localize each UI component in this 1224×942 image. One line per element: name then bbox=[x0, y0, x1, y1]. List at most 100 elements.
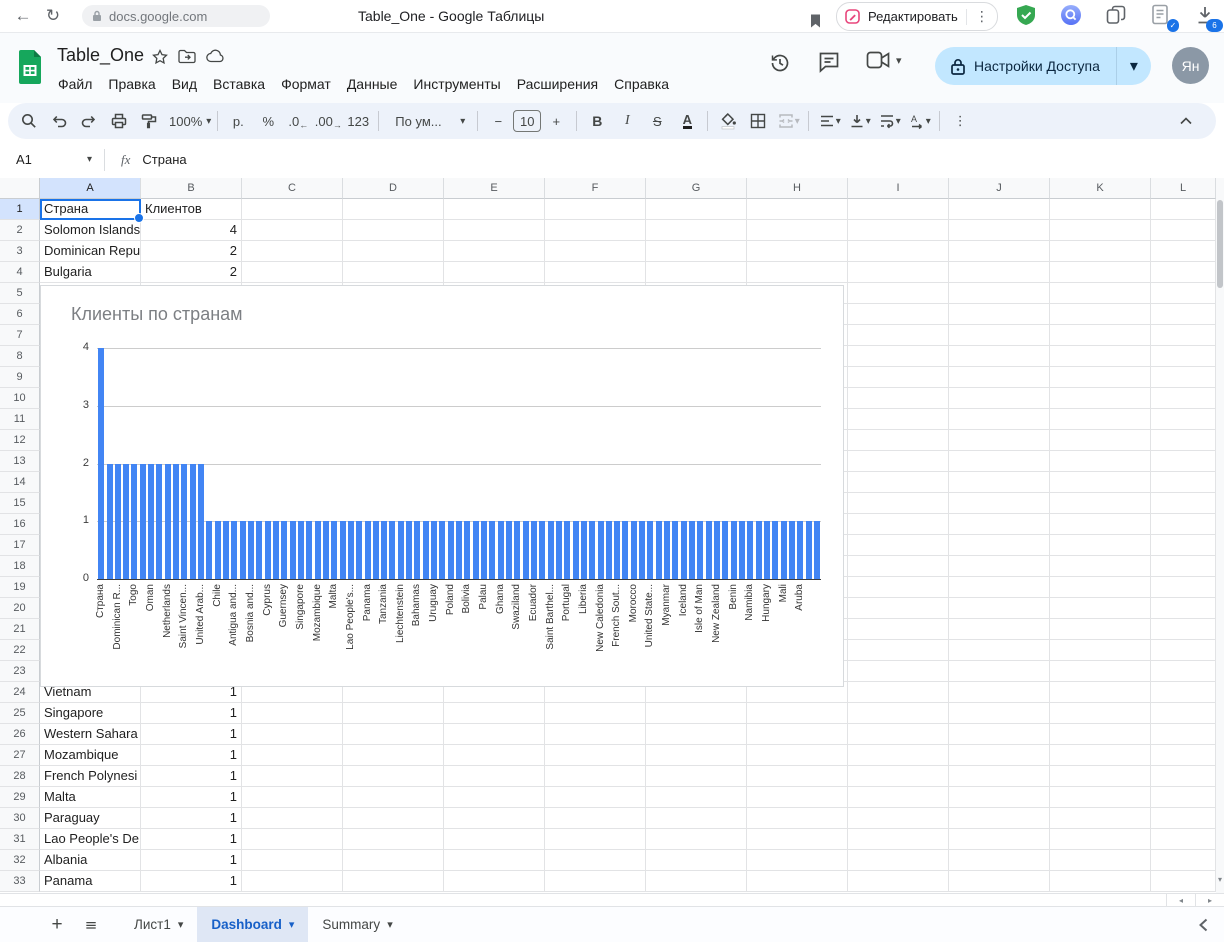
horizontal-scrollbar[interactable]: ◂ ▸ bbox=[0, 893, 1224, 907]
cell[interactable] bbox=[1151, 325, 1216, 346]
cell[interactable] bbox=[747, 220, 848, 241]
cell[interactable] bbox=[1050, 808, 1151, 829]
cell[interactable] bbox=[848, 661, 949, 682]
cell[interactable] bbox=[949, 325, 1050, 346]
cell[interactable] bbox=[343, 871, 444, 892]
cell[interactable] bbox=[949, 598, 1050, 619]
font-size-input[interactable]: 10 bbox=[513, 110, 541, 132]
cell[interactable] bbox=[1050, 430, 1151, 451]
column-header[interactable]: I bbox=[848, 178, 949, 199]
cell[interactable] bbox=[848, 787, 949, 808]
cell[interactable] bbox=[848, 535, 949, 556]
cell[interactable] bbox=[545, 850, 646, 871]
merge-cells-button[interactable] bbox=[774, 107, 802, 135]
cell[interactable]: 2 bbox=[141, 241, 242, 262]
cell[interactable] bbox=[949, 808, 1050, 829]
cell[interactable] bbox=[242, 262, 343, 283]
cell[interactable] bbox=[848, 262, 949, 283]
cell[interactable] bbox=[646, 787, 747, 808]
cell[interactable] bbox=[949, 871, 1050, 892]
cell[interactable] bbox=[1050, 556, 1151, 577]
cell[interactable]: French Polynesi bbox=[40, 766, 141, 787]
cell[interactable]: Paraguay bbox=[40, 808, 141, 829]
cell[interactable] bbox=[1151, 871, 1216, 892]
chevron-down-icon[interactable] bbox=[87, 154, 92, 165]
cell[interactable] bbox=[949, 724, 1050, 745]
cell[interactable] bbox=[545, 703, 646, 724]
cell[interactable] bbox=[1151, 220, 1216, 241]
cell[interactable] bbox=[848, 577, 949, 598]
cell[interactable] bbox=[747, 808, 848, 829]
all-sheets-menu-icon[interactable] bbox=[78, 916, 104, 934]
row-header[interactable]: 22 bbox=[0, 640, 40, 661]
cell[interactable] bbox=[1151, 262, 1216, 283]
row-header[interactable]: 21 bbox=[0, 619, 40, 640]
strikethrough-button[interactable]: S bbox=[643, 107, 671, 135]
row-header[interactable]: 19 bbox=[0, 577, 40, 598]
cell[interactable] bbox=[747, 262, 848, 283]
doc-sync-icon[interactable]: ✓ bbox=[1150, 4, 1174, 28]
cell[interactable] bbox=[949, 535, 1050, 556]
font-select[interactable]: По ум... bbox=[385, 107, 471, 135]
cell[interactable] bbox=[1151, 703, 1216, 724]
embedded-chart[interactable]: Клиенты по странам 01234СтранаDominican … bbox=[40, 285, 844, 687]
format-percent-button[interactable]: % bbox=[254, 107, 282, 135]
cell[interactable] bbox=[646, 220, 747, 241]
cell[interactable] bbox=[444, 871, 545, 892]
cell[interactable] bbox=[949, 850, 1050, 871]
cell[interactable] bbox=[949, 682, 1050, 703]
cell[interactable] bbox=[949, 451, 1050, 472]
cell[interactable] bbox=[242, 766, 343, 787]
cell[interactable] bbox=[242, 703, 343, 724]
cell[interactable] bbox=[1151, 661, 1216, 682]
cell[interactable] bbox=[1050, 304, 1151, 325]
share-caret-icon[interactable] bbox=[1117, 56, 1151, 76]
vertical-scrollbar[interactable]: ▾ bbox=[1216, 178, 1224, 893]
cell[interactable] bbox=[343, 829, 444, 850]
cell[interactable] bbox=[343, 766, 444, 787]
menu-item[interactable]: Вставка bbox=[205, 73, 273, 95]
cell[interactable] bbox=[242, 808, 343, 829]
row-header[interactable]: 11 bbox=[0, 409, 40, 430]
move-folder-icon[interactable] bbox=[178, 49, 196, 64]
cell[interactable] bbox=[1151, 850, 1216, 871]
cell[interactable] bbox=[949, 829, 1050, 850]
meet-button[interactable] bbox=[866, 51, 902, 69]
cell[interactable] bbox=[545, 808, 646, 829]
vertical-align-button[interactable] bbox=[845, 107, 873, 135]
cell[interactable]: Albania bbox=[40, 850, 141, 871]
cell[interactable] bbox=[646, 241, 747, 262]
cell[interactable] bbox=[1050, 829, 1151, 850]
adblock-shield-icon[interactable] bbox=[1015, 4, 1039, 28]
scroll-right-icon[interactable]: ▸ bbox=[1195, 894, 1224, 906]
column-header[interactable]: A bbox=[40, 178, 141, 199]
column-header[interactable]: E bbox=[444, 178, 545, 199]
cell[interactable] bbox=[444, 850, 545, 871]
text-color-button[interactable]: A bbox=[673, 107, 701, 135]
menu-item[interactable]: Файл bbox=[50, 73, 100, 95]
cell[interactable] bbox=[646, 808, 747, 829]
select-all-corner[interactable] bbox=[0, 178, 40, 199]
cell[interactable] bbox=[444, 220, 545, 241]
cell[interactable] bbox=[949, 745, 1050, 766]
cell[interactable] bbox=[848, 430, 949, 451]
cell[interactable] bbox=[949, 199, 1050, 220]
cell[interactable] bbox=[242, 829, 343, 850]
cell[interactable] bbox=[949, 493, 1050, 514]
row-header[interactable]: 17 bbox=[0, 535, 40, 556]
row-header[interactable]: 29 bbox=[0, 787, 40, 808]
cell[interactable] bbox=[848, 829, 949, 850]
cell[interactable] bbox=[1151, 829, 1216, 850]
cell[interactable]: 1 bbox=[141, 787, 242, 808]
cell[interactable]: Страна bbox=[40, 199, 141, 220]
cell[interactable] bbox=[545, 199, 646, 220]
cell[interactable] bbox=[646, 850, 747, 871]
column-header[interactable]: K bbox=[1050, 178, 1151, 199]
cell[interactable] bbox=[242, 787, 343, 808]
cell[interactable]: 1 bbox=[141, 871, 242, 892]
cell[interactable] bbox=[1151, 346, 1216, 367]
row-header[interactable]: 1 bbox=[0, 199, 40, 220]
cell[interactable] bbox=[545, 220, 646, 241]
cell[interactable] bbox=[1151, 766, 1216, 787]
cell[interactable] bbox=[1151, 409, 1216, 430]
